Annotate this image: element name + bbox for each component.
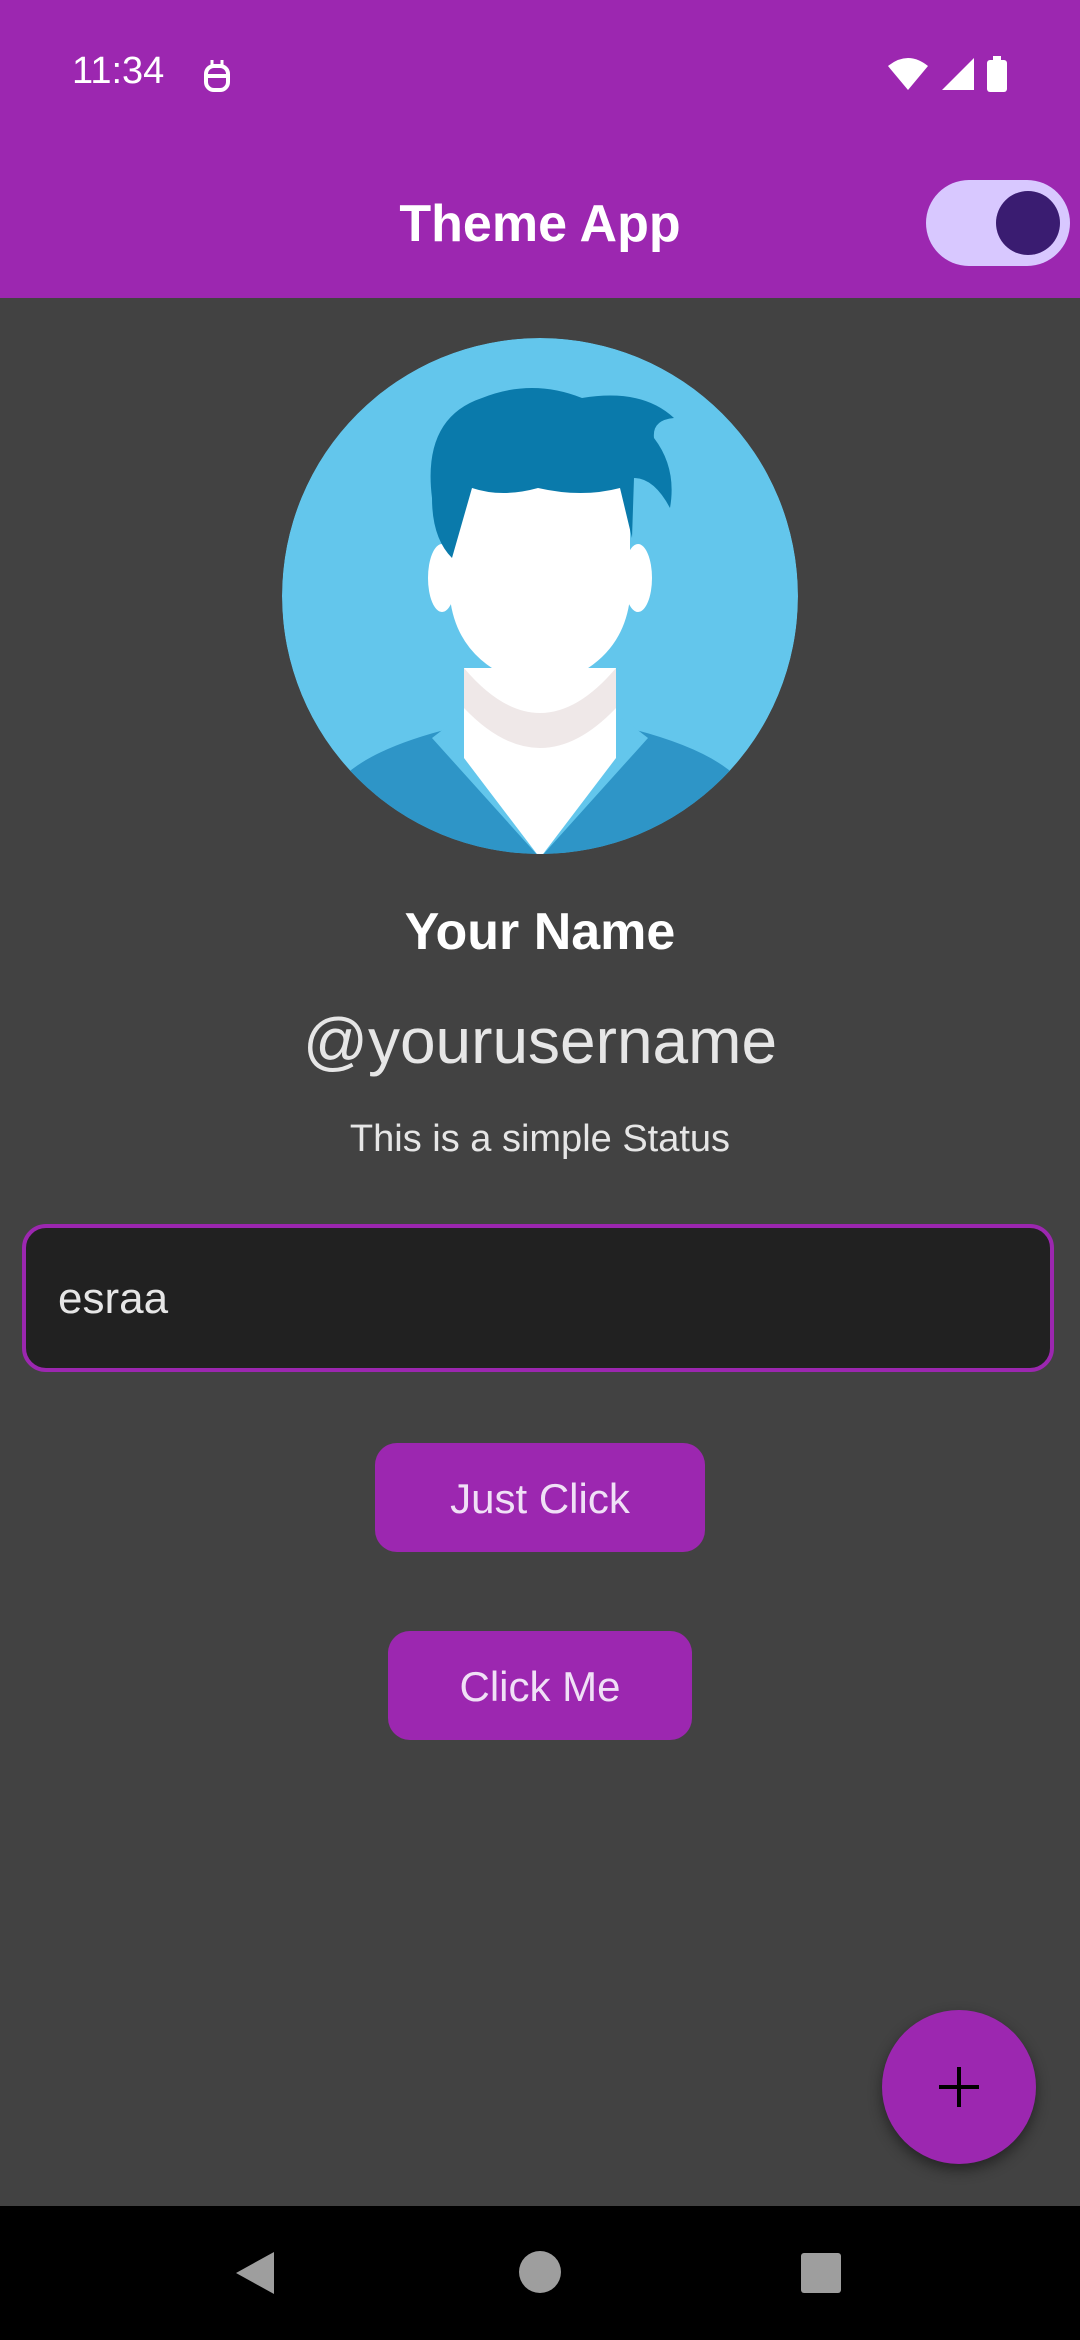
just-click-button[interactable]: Just Click bbox=[375, 1443, 705, 1552]
signal-icon bbox=[942, 58, 974, 90]
wifi-icon bbox=[888, 58, 928, 90]
switch-thumb bbox=[996, 191, 1060, 255]
robot-icon bbox=[204, 60, 230, 92]
person-avatar-icon bbox=[282, 338, 798, 854]
plus-icon bbox=[939, 2067, 979, 2107]
battery-icon bbox=[987, 56, 1007, 92]
system-nav-bar bbox=[0, 2206, 1080, 2340]
name-input[interactable] bbox=[56, 1228, 1020, 1370]
app-title: Theme App bbox=[399, 195, 681, 253]
profile-avatar bbox=[282, 338, 798, 854]
profile-status: This is a simple Status bbox=[349, 1118, 731, 1160]
theme-toggle-switch[interactable] bbox=[926, 180, 1070, 266]
click-me-button[interactable]: Click Me bbox=[388, 1631, 692, 1740]
back-icon[interactable] bbox=[234, 2250, 276, 2296]
name-text-field bbox=[22, 1224, 1054, 1372]
add-fab-button[interactable] bbox=[882, 2010, 1036, 2164]
profile-name: Your Name bbox=[404, 903, 676, 961]
status-bar: 11:34 bbox=[0, 0, 1080, 150]
home-icon[interactable] bbox=[518, 2250, 562, 2294]
app-bar: Theme App bbox=[0, 150, 1080, 298]
status-time: 11:34 bbox=[72, 50, 165, 92]
profile-username: @yourusername bbox=[302, 1005, 778, 1077]
recents-icon[interactable] bbox=[800, 2252, 842, 2294]
